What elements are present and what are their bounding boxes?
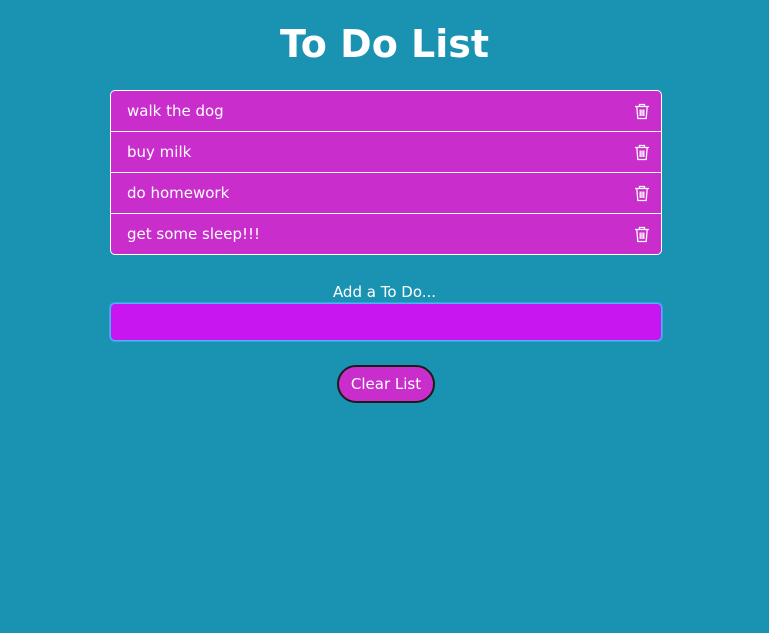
- todo-list: walk the dog buy milk do homework get so…: [110, 90, 662, 255]
- todo-text: walk the dog: [127, 102, 224, 120]
- clear-list-button[interactable]: Clear List: [337, 365, 435, 403]
- trash-icon[interactable]: [633, 225, 651, 243]
- trash-icon[interactable]: [633, 184, 651, 202]
- todo-item[interactable]: get some sleep!!!: [111, 214, 661, 254]
- add-todo-input[interactable]: [110, 303, 662, 341]
- todo-item[interactable]: buy milk: [111, 132, 661, 173]
- add-todo-label: Add a To Do...: [332, 283, 437, 301]
- page-title: To Do List: [279, 22, 490, 66]
- todo-text: buy milk: [127, 143, 192, 161]
- todo-text: do homework: [127, 184, 230, 202]
- todo-item[interactable]: do homework: [111, 173, 661, 214]
- todo-text: get some sleep!!!: [127, 225, 261, 243]
- todo-item[interactable]: walk the dog: [111, 91, 661, 132]
- trash-icon[interactable]: [633, 102, 651, 120]
- trash-icon[interactable]: [633, 143, 651, 161]
